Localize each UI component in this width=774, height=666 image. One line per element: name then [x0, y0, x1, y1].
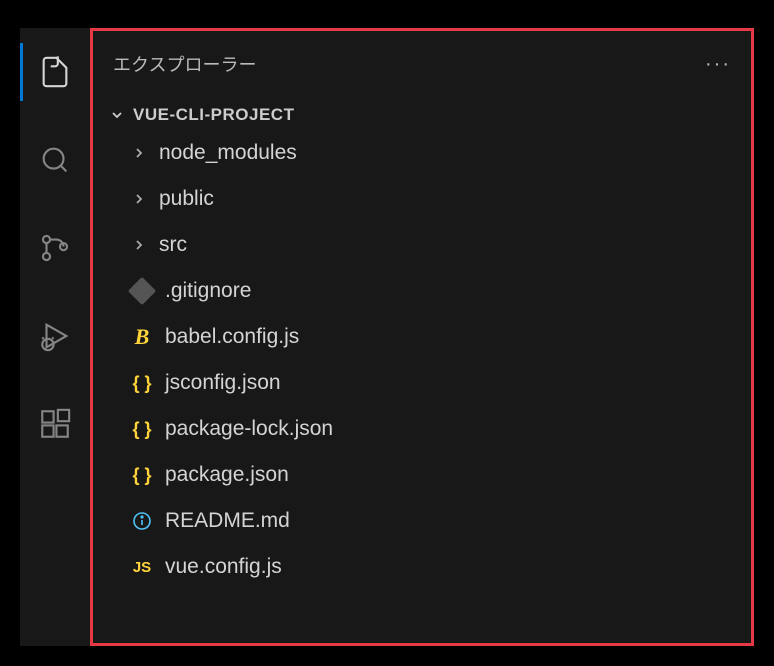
chevron-right-icon	[131, 191, 147, 207]
file-gitignore[interactable]: .gitignore	[109, 277, 735, 305]
extensions-icon	[38, 407, 72, 441]
file-tree: node_modules public src .gitignore B bab…	[109, 139, 735, 581]
file-label: babel.config.js	[165, 325, 299, 349]
chevron-down-icon	[109, 107, 125, 123]
explorer-header: エクスプローラー ···	[109, 43, 735, 105]
babel-icon: B	[131, 326, 153, 348]
file-label: package-lock.json	[165, 417, 333, 441]
file-package-json[interactable]: { } package.json	[109, 461, 735, 489]
explorer-title: エクスプローラー	[113, 51, 256, 77]
activity-extensions[interactable]	[31, 400, 79, 448]
file-vue-config[interactable]: JS vue.config.js	[109, 553, 735, 581]
file-label: vue.config.js	[165, 555, 282, 579]
folder-label: src	[159, 233, 187, 257]
json-icon: { }	[131, 464, 153, 486]
folder-label: node_modules	[159, 141, 297, 165]
folder-label: public	[159, 187, 214, 211]
project-root[interactable]: VUE-CLI-PROJECT	[109, 105, 735, 139]
json-icon: { }	[131, 418, 153, 440]
run-debug-icon	[38, 319, 72, 353]
file-package-lock[interactable]: { } package-lock.json	[109, 415, 735, 443]
files-icon	[38, 55, 72, 89]
chevron-right-icon	[131, 145, 147, 161]
info-icon	[131, 510, 153, 532]
source-control-icon	[38, 231, 72, 265]
activity-explorer[interactable]	[31, 48, 79, 96]
search-icon	[38, 143, 72, 177]
json-icon: { }	[131, 372, 153, 394]
activity-search[interactable]	[31, 136, 79, 184]
js-icon: JS	[131, 556, 153, 578]
activity-source-control[interactable]	[31, 224, 79, 272]
file-label: package.json	[165, 463, 289, 487]
folder-src[interactable]: src	[109, 231, 735, 259]
folder-public[interactable]: public	[109, 185, 735, 213]
file-label: .gitignore	[165, 279, 251, 303]
file-jsconfig[interactable]: { } jsconfig.json	[109, 369, 735, 397]
git-icon	[131, 280, 153, 302]
explorer-sidebar: エクスプローラー ··· VUE-CLI-PROJECT node_module…	[90, 28, 754, 646]
file-label: README.md	[165, 509, 290, 533]
file-label: jsconfig.json	[165, 371, 281, 395]
activity-bar	[20, 28, 90, 646]
activity-run-debug[interactable]	[31, 312, 79, 360]
more-actions-icon[interactable]: ···	[705, 53, 731, 76]
chevron-right-icon	[131, 237, 147, 253]
folder-node-modules[interactable]: node_modules	[109, 139, 735, 167]
project-name: VUE-CLI-PROJECT	[133, 105, 294, 125]
file-readme[interactable]: README.md	[109, 507, 735, 535]
file-babel-config[interactable]: B babel.config.js	[109, 323, 735, 351]
